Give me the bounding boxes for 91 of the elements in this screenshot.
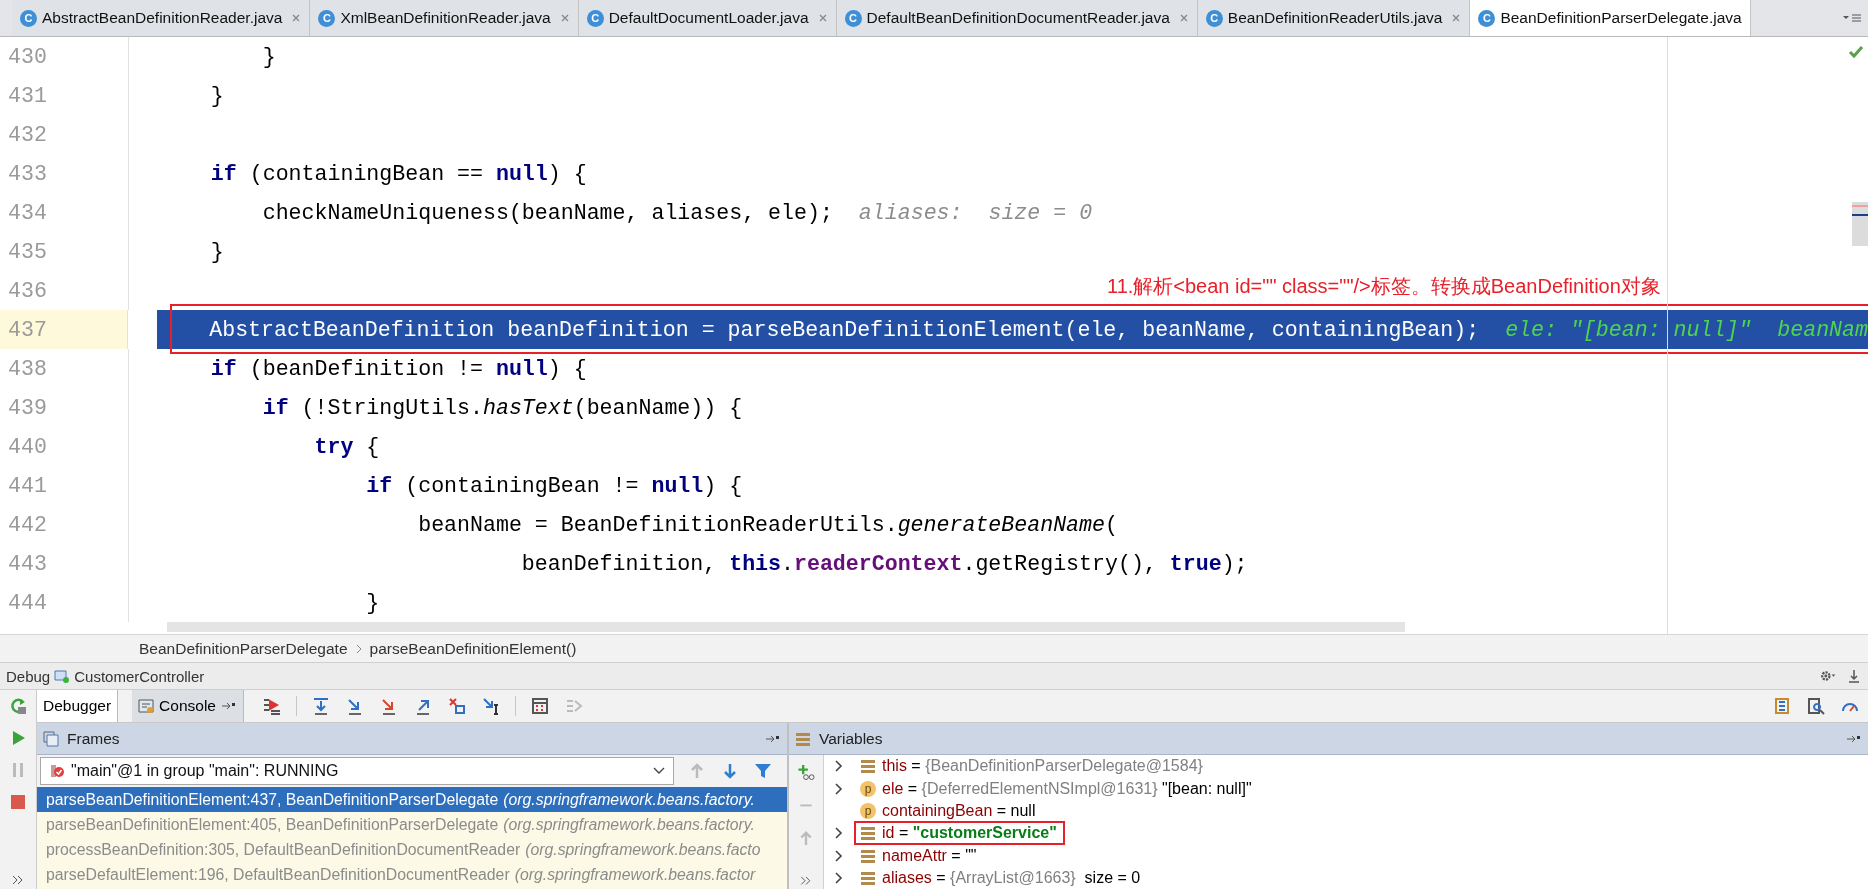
run-configuration[interactable]: CustomerController [74,667,205,685]
code-line: if (containingBean != null) { [365,473,743,498]
breadcrumb-item[interactable]: parseBeanDefinitionElement() [369,639,577,658]
close-icon[interactable] [291,13,302,23]
bars-icon [795,730,811,747]
code-line: beanDefinition, this.readerContext.getRegistry(), true); [520,551,1248,576]
horizontal-scrollbar[interactable] [167,622,1405,632]
code-line: try { [313,434,380,459]
debug-title: Debug [6,667,51,685]
refresh-icon[interactable] [8,696,28,716]
code-line: if (!StringUtils.hasText(beanName)) { [261,395,743,420]
editor-tab[interactable]: C BeanDefinitionParserDelegate.java [1470,0,1751,36]
class-icon: C [20,9,37,27]
tab-label: BeanDefinitionParserDelegate.java [1500,9,1742,27]
tab-label: DefaultBeanDefinitionDocumentReader.java [866,9,1170,27]
stop-icon[interactable] [8,792,28,812]
code-line: if (beanDefinition != null) { [209,356,587,381]
variable-entry[interactable]: aliases = {ArrayList@1663} size = 0 [882,869,1141,888]
settings-icon[interactable] [1820,668,1836,684]
document-search-icon[interactable] [1806,696,1826,716]
parameter-icon: p [860,780,876,797]
class-icon: C [1478,9,1496,27]
editor-tab[interactable]: C AbstractBeanDefinitionReader.java [12,0,311,36]
annotation-text: 11.解析<bean id="" class=""/>标签。转换成BeanDefinition对象 [1107,274,1661,299]
field-icon [860,847,876,864]
close-icon[interactable] [1178,13,1189,23]
tab-label: BeanDefinitionReaderUtils.java [1227,9,1443,27]
editor-tab[interactable]: C DefaultBeanDefinitionDocumentReader.java [836,0,1198,36]
variable-entry[interactable]: nameAttr = "" [882,846,977,865]
panel-title: Frames [67,729,120,748]
code-line: checkNameUniqueness(beanName, aliases, ele); [261,200,833,225]
pin-icon[interactable] [220,701,237,711]
breadcrumb-item[interactable]: BeanDefinitionParserDelegate [139,639,348,658]
close-icon[interactable] [559,13,570,23]
variable-entry[interactable]: ele = {DeferredElementNSImpl@1631} "[bean: null]" [882,779,1252,798]
variable-entry[interactable]: id = "customerService" [882,824,1057,843]
code-line: } [365,590,380,615]
frames-icon [43,730,59,747]
field-icon [860,870,876,887]
caret-icon [653,767,665,775]
debugger-tab[interactable]: Debugger [37,690,119,722]
filter-icon[interactable] [753,761,773,781]
field-icon [860,758,876,775]
code-line: } [261,44,276,69]
close-icon[interactable] [817,13,828,23]
drop-frame-icon[interactable] [446,696,467,716]
execution-point-icon[interactable] [261,696,282,716]
more-icon[interactable] [800,875,812,885]
tab-label: Console [159,697,216,715]
window-icon [54,668,71,684]
tab-label: DefaultDocumentLoader.java [608,9,809,27]
inline-value: aliases: size = 0 [858,200,1093,225]
pin-icon[interactable] [765,733,781,744]
panel-title: Variables [819,729,883,748]
tab-label: AbstractBeanDefinitionReader.java [42,9,283,27]
download-icon[interactable] [1846,668,1862,684]
code-line: AbstractBeanDefinition beanDefinition = parseBeanDefinitionElement(ele, beanName, containingBean); [208,317,1480,342]
console-icon [138,698,155,714]
class-icon: C [318,9,336,27]
line-number: 437 [0,310,128,349]
field-icon [860,825,876,842]
debugger-tab[interactable]: Console [132,690,244,722]
thread-dropdown[interactable]: "main"@1 in group "main": RUNNING [40,757,674,785]
scroll-marker [1852,202,1868,246]
stack-frame[interactable]: parseBeanDefinitionElement:437, BeanDefinitionParserDelegate (org.springframework.beans.factory. [37,787,787,812]
add-watch-icon[interactable] [796,763,816,782]
variable-entry[interactable]: this = {BeanDefinitionParserDelegate@1584} [882,757,1203,776]
class-icon: C [844,9,862,27]
code-line: if (containingBean == null) { [209,161,587,186]
more-icon[interactable] [12,875,24,885]
tab-list-icon[interactable] [1842,12,1862,24]
tab-label: XmlBeanDefinitionReader.java [340,9,551,27]
class-icon: C [1205,9,1223,27]
calculator-icon[interactable] [529,696,550,716]
pin-icon[interactable] [1846,733,1862,744]
class-icon: C [586,9,604,27]
variable-entry[interactable]: containingBean = null [882,802,1036,820]
code-line: } [209,239,224,264]
parameter-icon: p [860,803,876,819]
chevron-icon [355,643,362,654]
close-icon[interactable] [1451,13,1462,23]
editor-tab[interactable]: C BeanDefinitionReaderUtils.java [1197,0,1471,36]
thread-icon [49,763,65,779]
code-line: beanName = BeanDefinitionReaderUtils.generateBeanName( [417,512,1118,537]
editor-tab[interactable]: C DefaultDocumentLoader.java [578,0,837,36]
editor-tab[interactable]: C XmlBeanDefinitionReader.java [310,0,579,36]
tab-label: Debugger [43,697,112,715]
inline-value: ele: "[bean: null]" beanNam [1505,317,1868,342]
check-icon [1848,45,1864,59]
run-to-cursor-icon[interactable] [480,696,501,716]
code-line: } [209,83,224,108]
